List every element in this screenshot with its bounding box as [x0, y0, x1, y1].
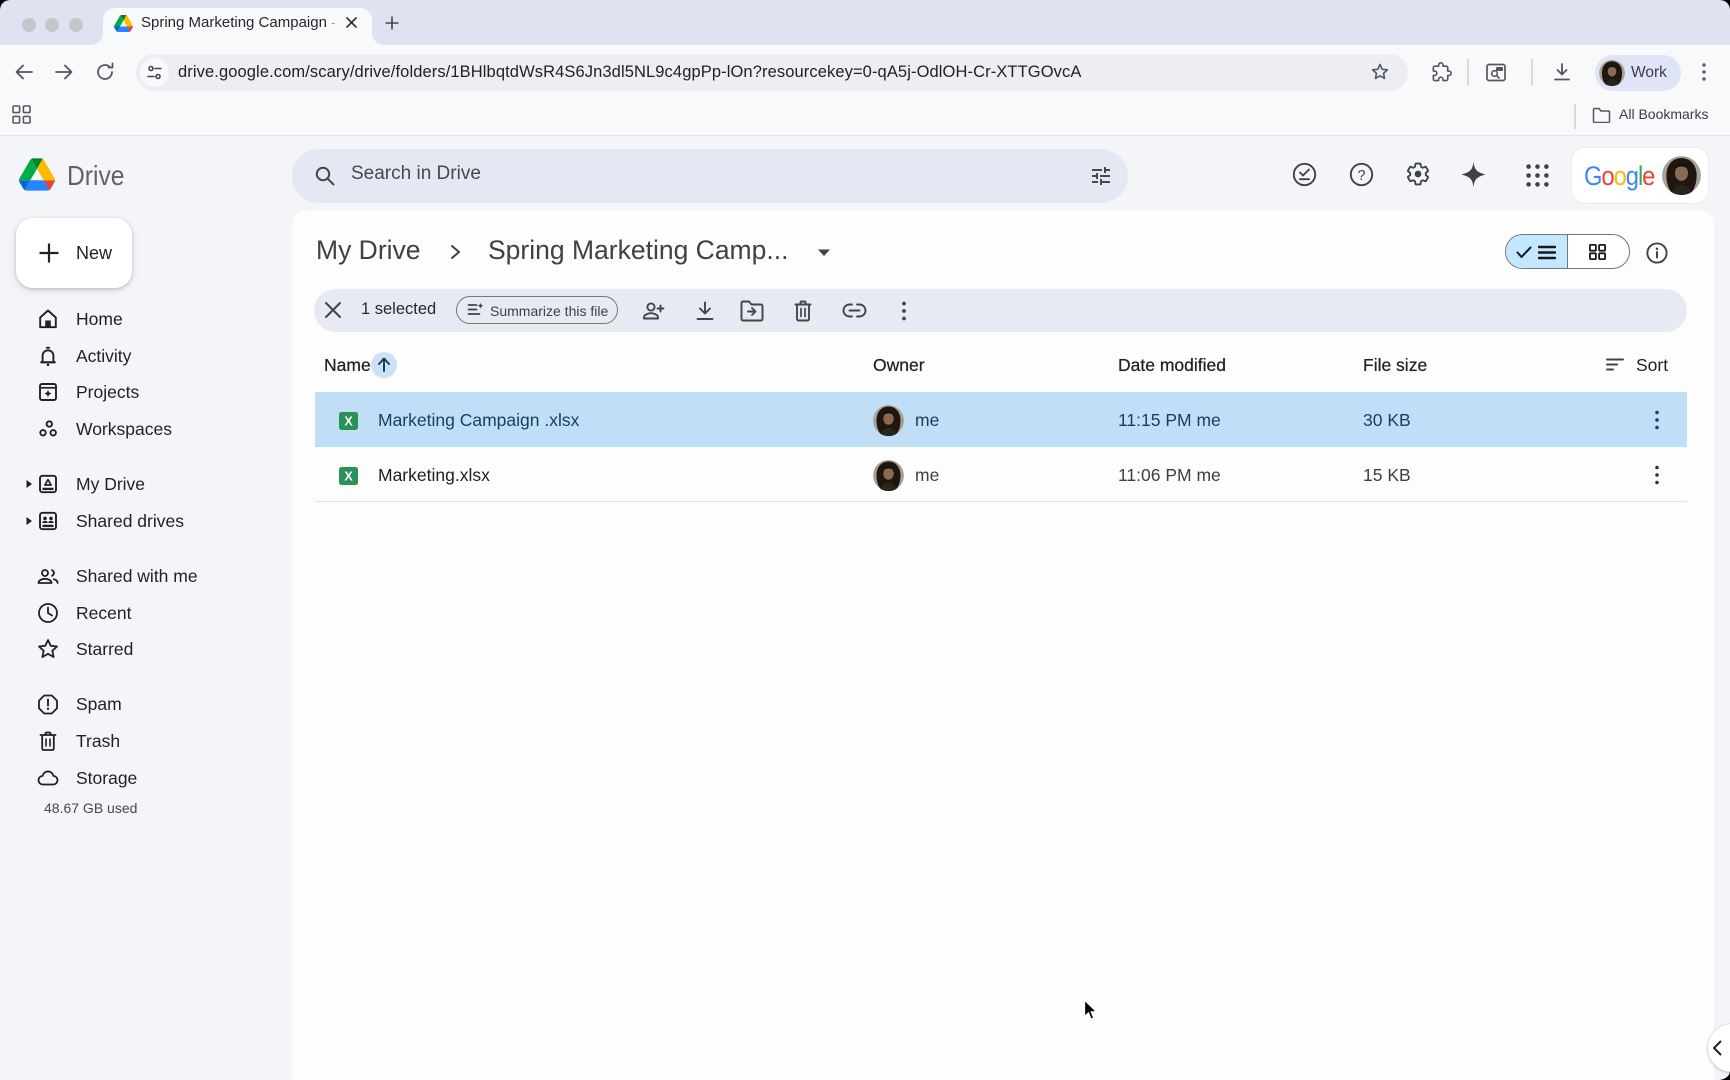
- svg-text:X: X: [344, 470, 353, 484]
- svg-text:?: ?: [1357, 168, 1365, 184]
- svg-text:X: X: [344, 415, 353, 429]
